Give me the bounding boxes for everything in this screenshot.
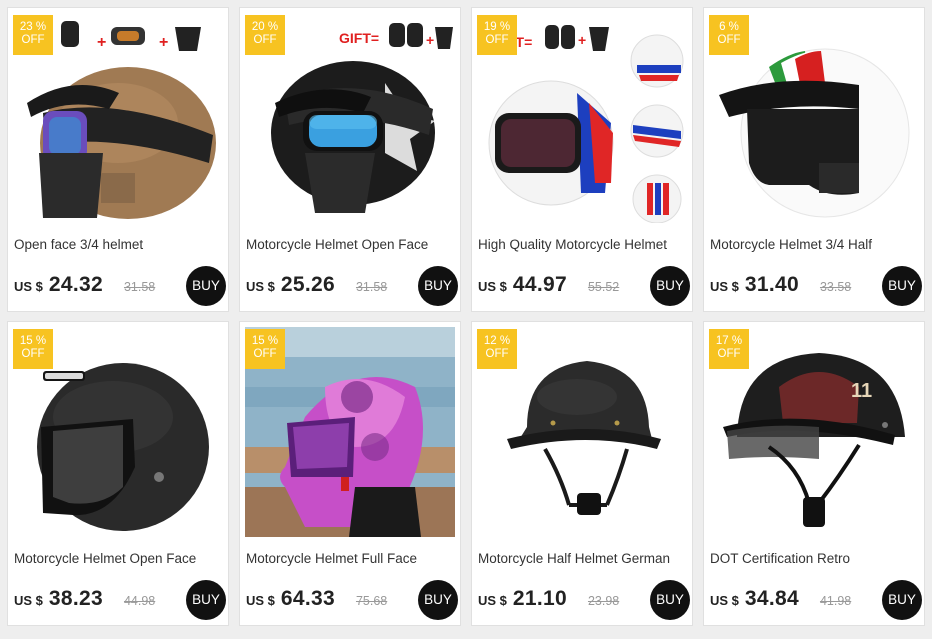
buy-button[interactable]: BUY xyxy=(882,580,922,620)
current-price: 25.26 xyxy=(280,273,335,296)
product-title[interactable]: Motorcycle Helmet Open Face xyxy=(246,237,460,252)
current-price: 34.84 xyxy=(744,587,799,610)
product-card[interactable]: 15 % OFF Motorcycle Helmet Open Face US … xyxy=(7,321,229,626)
current-price: 64.33 xyxy=(280,587,335,610)
product-title[interactable]: Open face 3/4 helmet xyxy=(14,237,228,252)
discount-percent: 6 % xyxy=(719,21,739,33)
discount-badge: 15 % OFF xyxy=(245,329,285,369)
svg-text:+: + xyxy=(159,34,168,51)
product-card[interactable]: 12 % OFF Motorcycle Half Helmet German U… xyxy=(471,321,693,626)
buy-button[interactable]: BUY xyxy=(186,266,226,306)
original-price: 44.98 xyxy=(123,594,156,608)
price-row: US $ 64.33 75.68 xyxy=(246,587,387,611)
original-price: 55.52 xyxy=(587,280,620,294)
discount-percent: 17 % xyxy=(715,335,743,347)
discount-off-label: OFF xyxy=(485,348,509,360)
buy-button[interactable]: BUY xyxy=(186,580,226,620)
product-title[interactable]: Motorcycle Helmet Full Face xyxy=(246,551,460,566)
currency-label: US $ xyxy=(246,279,275,294)
discount-badge: 20 % OFF xyxy=(245,15,285,55)
discount-percent: 15 % xyxy=(251,335,279,347)
original-price: 33.58 xyxy=(819,280,852,294)
discount-off-label: OFF xyxy=(21,348,45,360)
product-title[interactable]: Motorcycle Helmet Open Face xyxy=(14,551,228,566)
gift-label: GIFT= xyxy=(339,30,379,46)
current-price: 44.97 xyxy=(512,273,567,296)
discount-percent: 19 % xyxy=(483,21,511,33)
discount-off-label: OFF xyxy=(21,34,45,46)
price-row: US $ 24.32 31.58 xyxy=(14,273,155,297)
current-price: 24.32 xyxy=(48,273,103,296)
svg-text:+: + xyxy=(578,32,586,48)
gift-mask-icon xyxy=(435,27,453,49)
discount-percent: 15 % xyxy=(19,335,47,347)
price-row: US $ 25.26 31.58 xyxy=(246,273,387,297)
price-row: US $ 44.97 55.52 xyxy=(478,273,619,297)
discount-percent: 12 % xyxy=(483,335,511,347)
currency-label: US $ xyxy=(478,279,507,294)
product-card[interactable]: FT= + 19 % OFF High Quality Motorcycle H… xyxy=(471,7,693,312)
svg-text:+: + xyxy=(97,34,106,51)
discount-off-label: OFF xyxy=(253,348,277,360)
product-card[interactable]: 11 17 % OFF DOT Certification Retro US $… xyxy=(703,321,925,626)
gift-gloves-icon xyxy=(61,21,79,47)
product-card[interactable]: 15 % OFF Motorcycle Helmet Full Face US … xyxy=(239,321,461,626)
discount-off-label: OFF xyxy=(717,34,741,46)
product-card[interactable]: GIFT= + 20 % OFF Motorcycle Helmet Open … xyxy=(239,7,461,312)
currency-label: US $ xyxy=(710,279,739,294)
product-title[interactable]: DOT Certification Retro xyxy=(710,551,924,566)
product-title[interactable]: High Quality Motorcycle Helmet xyxy=(478,237,692,252)
price-row: US $ 38.23 44.98 xyxy=(14,587,155,611)
discount-badge: 23 % OFF xyxy=(13,15,53,55)
discount-off-label: OFF xyxy=(485,34,509,46)
buy-button[interactable]: BUY xyxy=(418,580,458,620)
currency-label: US $ xyxy=(14,279,43,294)
original-price: 31.58 xyxy=(355,280,388,294)
original-price: 23.98 xyxy=(587,594,620,608)
discount-badge: 6 % OFF xyxy=(709,15,749,55)
svg-text:+: + xyxy=(426,32,434,48)
current-price: 31.40 xyxy=(744,273,799,296)
buy-button[interactable]: BUY xyxy=(650,580,690,620)
product-title[interactable]: Motorcycle Helmet 3/4 Half xyxy=(710,237,924,252)
buy-button[interactable]: BUY xyxy=(650,266,690,306)
original-price: 41.98 xyxy=(819,594,852,608)
price-row: US $ 34.84 41.98 xyxy=(710,587,851,611)
currency-label: US $ xyxy=(246,593,275,608)
original-price: 75.68 xyxy=(355,594,388,608)
discount-percent: 20 % xyxy=(251,21,279,33)
current-price: 38.23 xyxy=(48,587,103,610)
gift-mask-icon xyxy=(175,27,201,51)
currency-label: US $ xyxy=(14,593,43,608)
product-title[interactable]: Motorcycle Half Helmet German xyxy=(478,551,692,566)
currency-label: US $ xyxy=(710,593,739,608)
product-card[interactable]: + + 23 % OFF Open face 3/4 helmet US $ 2… xyxy=(7,7,229,312)
product-card[interactable]: 6 % OFF Motorcycle Helmet 3/4 Half US $ … xyxy=(703,7,925,312)
price-row: US $ 21.10 23.98 xyxy=(478,587,619,611)
discount-off-label: OFF xyxy=(253,34,277,46)
svg-text:11: 11 xyxy=(851,380,872,402)
current-price: 21.10 xyxy=(512,587,567,610)
buy-button[interactable]: BUY xyxy=(418,266,458,306)
discount-badge: 12 % OFF xyxy=(477,329,517,369)
buy-button[interactable]: BUY xyxy=(882,266,922,306)
discount-badge: 19 % OFF xyxy=(477,15,517,55)
gift-goggles-icon xyxy=(111,27,145,45)
discount-off-label: OFF xyxy=(717,348,741,360)
discount-percent: 23 % xyxy=(19,21,47,33)
discount-badge: 15 % OFF xyxy=(13,329,53,369)
discount-badge: 17 % OFF xyxy=(709,329,749,369)
currency-label: US $ xyxy=(478,593,507,608)
original-price: 31.58 xyxy=(123,280,156,294)
price-row: US $ 31.40 33.58 xyxy=(710,273,851,297)
